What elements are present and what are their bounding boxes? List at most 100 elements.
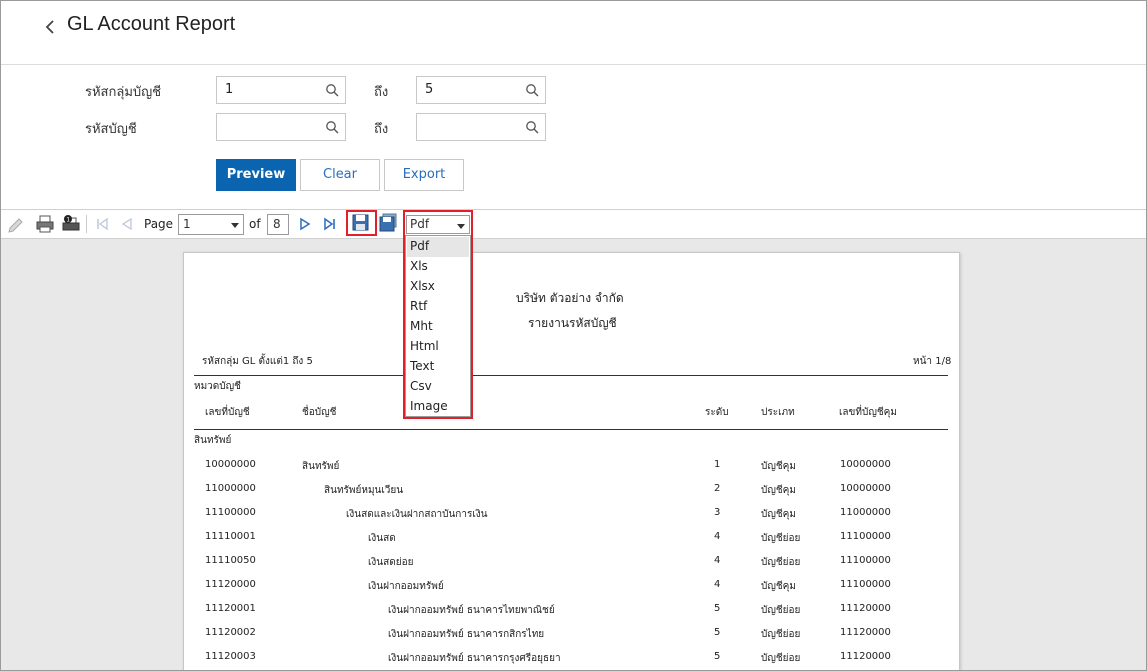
search-icon[interactable] — [525, 120, 539, 134]
cell-account-no: 11120002 — [205, 627, 256, 638]
divider — [194, 429, 948, 430]
cell-account-no: 11100000 — [205, 507, 256, 518]
cell-level: 4 — [714, 531, 721, 542]
format-option-xls[interactable]: Xls — [407, 257, 469, 277]
cell-account-name: เงินสดและเงินฝากสถาบันการเงิน — [346, 509, 488, 520]
search-icon[interactable] — [325, 83, 339, 97]
export-button[interactable]: Export — [384, 159, 464, 191]
column-header-account-no: เลขที่บัญชี — [205, 407, 250, 418]
format-option-mht[interactable]: Mht — [407, 317, 469, 337]
page-title: GL Account Report — [67, 13, 236, 35]
search-icon[interactable] — [325, 120, 339, 134]
cell-account-name: เงินสดย่อย — [368, 557, 414, 568]
clear-button[interactable]: Clear — [300, 159, 380, 191]
cell-control-account: 11000000 — [840, 507, 891, 518]
svg-text:1: 1 — [66, 217, 70, 224]
cell-control-account: 11100000 — [840, 555, 891, 566]
save-icon-highlight — [346, 210, 377, 236]
criteria-text: รหัสกลุ่ม GL ตั้งแต่1 ถึง 5 — [202, 356, 313, 367]
group-to-label: ถึง — [374, 85, 389, 100]
edit-icon[interactable] — [7, 214, 25, 234]
account-code-label: รหัสบัญชี — [85, 122, 137, 137]
cell-level: 5 — [714, 627, 721, 638]
column-header-level: ระดับ — [705, 407, 729, 418]
toolbar-divider — [86, 215, 87, 233]
format-option-text[interactable]: Text — [407, 357, 469, 377]
app-window: GL Account Report รหัสกลุ่มบัญชี 1 ถึง 5… — [0, 0, 1147, 671]
preview-button[interactable]: Preview — [216, 159, 296, 191]
account-to-input[interactable] — [416, 113, 546, 141]
cell-control-account: 11120000 — [840, 627, 891, 638]
cell-account-name: เงินฝากออมทรัพย์ ธนาคารไทยพาณิชย์ — [388, 605, 555, 616]
account-to-label: ถึง — [374, 122, 389, 137]
cell-account-name: เงินฝากออมทรัพย์ ธนาคารกรุงศรีอยุธยา — [388, 653, 561, 664]
format-option-image[interactable]: Image — [407, 397, 469, 417]
current-page-value: 1 — [183, 217, 191, 231]
save-all-icon[interactable] — [379, 213, 399, 233]
cell-account-name: สินทรัพย์ — [302, 461, 340, 472]
format-option-xlsx[interactable]: Xlsx — [407, 277, 469, 297]
cell-control-account: 10000000 — [840, 483, 891, 494]
cell-type: บัญชีคุม — [761, 485, 796, 496]
cell-level: 1 — [714, 459, 721, 470]
chevron-left-icon[interactable] — [41, 15, 61, 39]
print-current-page-icon[interactable]: 1 — [61, 214, 81, 234]
group-from-value: 1 — [225, 82, 234, 97]
account-from-input[interactable] — [216, 113, 346, 141]
first-page-icon[interactable] — [94, 214, 110, 234]
cell-account-no: 11000000 — [205, 483, 256, 494]
group-to-input[interactable]: 5 — [416, 76, 546, 104]
format-option-html[interactable]: Html — [407, 337, 469, 357]
divider — [194, 375, 948, 376]
company-name: บริษัท ตัวอย่าง จำกัด — [516, 291, 624, 305]
format-option-rtf[interactable]: Rtf — [407, 297, 469, 317]
page-info: หน้า 1/8 — [913, 356, 952, 367]
cell-account-name: เงินฝากออมทรัพย์ ธนาคารกสิกรไทย — [388, 629, 545, 640]
previous-page-icon[interactable] — [119, 214, 135, 234]
group-to-value: 5 — [425, 82, 434, 97]
cell-level: 4 — [714, 579, 721, 590]
export-format-list: Pdf Xls Xlsx Rtf Mht Html Text Csv Image — [405, 235, 471, 417]
cell-level: 4 — [714, 555, 721, 566]
report-page: บริษัท ตัวอย่าง จำกัด รายงานรหัสบัญชี รห… — [183, 252, 960, 670]
cell-account-no: 11110050 — [205, 555, 256, 566]
cell-level: 5 — [714, 651, 721, 662]
cell-account-name: เงินสด — [368, 533, 396, 544]
page-number-select[interactable]: 1 — [178, 214, 244, 235]
page-header: GL Account Report — [1, 1, 1146, 65]
category-header: หมวดบัญชี — [194, 381, 241, 392]
cell-control-account: 11100000 — [840, 579, 891, 590]
report-toolbar: 1 Page 1 of 8 Pdf — [1, 209, 1146, 239]
column-header-control-account: เลขที่บัญชีคุม — [839, 407, 897, 418]
cell-control-account: 11100000 — [840, 531, 891, 542]
total-pages: 8 — [267, 214, 289, 235]
chevron-down-icon — [231, 223, 239, 228]
group-from-input[interactable]: 1 — [216, 76, 346, 104]
next-page-icon[interactable] — [297, 214, 313, 234]
cell-type: บัญชีย่อย — [761, 557, 801, 568]
cell-control-account: 11120000 — [840, 603, 891, 614]
format-option-csv[interactable]: Csv — [407, 377, 469, 397]
cell-level: 5 — [714, 603, 721, 614]
cell-account-name: สินทรัพย์หมุนเวียน — [324, 485, 404, 496]
cell-type: บัญชีย่อย — [761, 653, 801, 664]
last-page-icon[interactable] — [322, 214, 338, 234]
cell-type: บัญชีคุม — [761, 581, 796, 592]
search-icon[interactable] — [525, 83, 539, 97]
cell-type: บัญชีคุม — [761, 509, 796, 520]
format-option-pdf[interactable]: Pdf — [407, 237, 469, 257]
cell-account-no: 10000000 — [205, 459, 256, 470]
cell-account-no: 11110001 — [205, 531, 256, 542]
column-header-type: ประเภท — [761, 407, 795, 418]
print-icon[interactable] — [35, 214, 55, 234]
cell-account-no: 11120000 — [205, 579, 256, 590]
cell-type: บัญชีย่อย — [761, 629, 801, 640]
cell-control-account: 11120000 — [840, 651, 891, 662]
cell-account-no: 11120003 — [205, 651, 256, 662]
of-label: of — [249, 217, 261, 231]
cell-type: บัญชีย่อย — [761, 605, 801, 616]
column-header-account-name: ชื่อบัญชี — [302, 407, 337, 418]
group-name: สินทรัพย์ — [194, 435, 232, 446]
cell-level: 2 — [714, 483, 721, 494]
report-title: รายงานรหัสบัญชี — [528, 316, 617, 330]
